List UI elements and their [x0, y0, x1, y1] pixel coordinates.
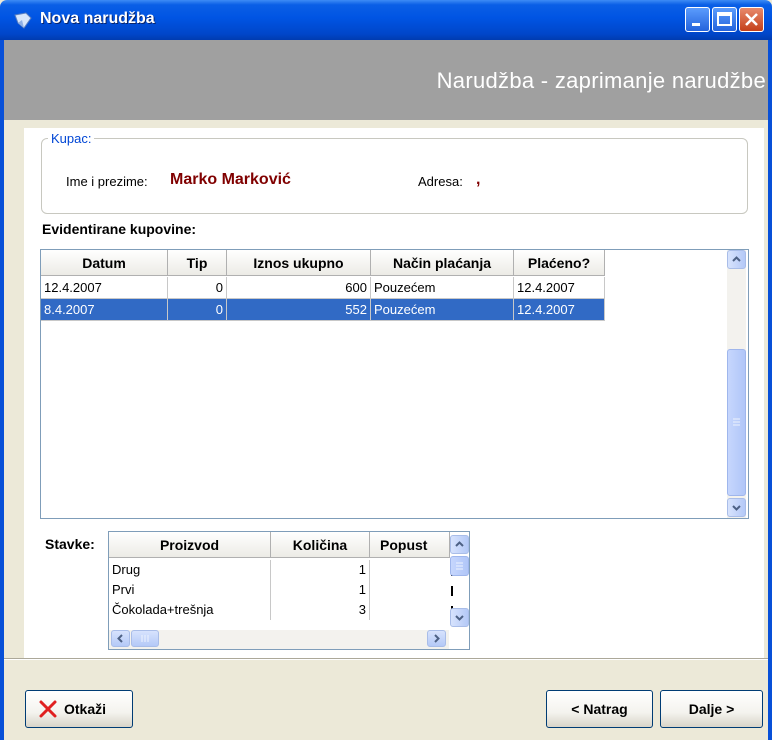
- scroll-down-button[interactable]: [727, 498, 746, 517]
- column-header-placeno[interactable]: Plaćeno?: [514, 250, 605, 276]
- items-horizontal-scrollbar[interactable]: [109, 630, 449, 649]
- purchases-vertical-scrollbar[interactable]: [727, 250, 746, 518]
- chevron-down-icon: [732, 505, 741, 511]
- grip-icon: [733, 418, 740, 426]
- back-button-label: < Natrag: [571, 701, 628, 717]
- scroll-up-button[interactable]: [450, 535, 469, 554]
- customer-address: ,: [476, 171, 481, 188]
- cancel-button-label: Otkaži: [64, 701, 107, 717]
- app-icon: [14, 12, 32, 29]
- wizard-header: Narudžba - zaprimanje narudžbe: [4, 40, 768, 120]
- cell-placeno: 12.4.2007: [514, 299, 605, 321]
- column-header-iznos[interactable]: Iznos ukupno: [227, 250, 371, 276]
- purchases-grid[interactable]: Datum Tip Iznos ukupno Način plaćanja Pl…: [40, 249, 749, 519]
- items-grid[interactable]: Proizvod Količina Popust Drug 1 Prvi 1 Č…: [108, 531, 470, 650]
- window-border-left: [0, 40, 4, 740]
- grip-icon: [456, 562, 463, 570]
- chevron-down-icon: [455, 615, 464, 621]
- scroll-up-button[interactable]: [727, 250, 746, 269]
- title-bar[interactable]: Nova narudžba: [0, 0, 772, 40]
- maximize-button[interactable]: [712, 7, 737, 32]
- customer-legend: Kupac:: [48, 131, 95, 146]
- minimize-button[interactable]: [685, 7, 710, 32]
- maximize-icon: [717, 12, 732, 26]
- column-header-tip[interactable]: Tip: [168, 250, 227, 276]
- cell-nacin: Pouzećem: [371, 299, 514, 321]
- chevron-right-icon: [434, 634, 440, 643]
- back-button[interactable]: < Natrag: [546, 690, 653, 728]
- cell-nacin: Pouzećem: [371, 277, 514, 299]
- purchases-label: Evidentirane kupovine:: [42, 221, 197, 237]
- items-vertical-scrollbar[interactable]: [450, 532, 469, 630]
- cell-proizvod: Čokolada+trešnja: [109, 600, 271, 620]
- chevron-left-icon: [117, 634, 123, 643]
- column-header-proizvod[interactable]: Proizvod: [109, 532, 271, 558]
- list-item[interactable]: Drug 1: [109, 560, 370, 582]
- next-button[interactable]: Dalje >: [660, 690, 763, 728]
- scroll-thumb[interactable]: [727, 349, 746, 496]
- minimize-icon: [692, 23, 700, 26]
- cell-iznos: 552: [227, 299, 371, 321]
- scroll-down-button[interactable]: [450, 608, 469, 627]
- list-item[interactable]: Čokolada+trešnja 3: [109, 600, 370, 622]
- column-header-popust[interactable]: Popust: [370, 532, 450, 558]
- cell-tip: 0: [168, 299, 227, 321]
- close-icon: [39, 700, 57, 718]
- cell-iznos: 600: [227, 277, 371, 299]
- column-header-nacin[interactable]: Način plaćanja: [371, 250, 514, 276]
- scroll-thumb[interactable]: [450, 556, 469, 576]
- purchases-grid-header: Datum Tip Iznos ukupno Način plaćanja Pl…: [41, 250, 605, 276]
- cell-datum: 12.4.2007: [41, 277, 168, 299]
- items-label: Stavke:: [45, 536, 95, 552]
- wizard-title: Narudžba - zaprimanje narudžbe: [436, 68, 766, 93]
- window-title: Nova narudžba: [40, 10, 155, 27]
- scroll-thumb-horizontal[interactable]: [131, 630, 159, 647]
- cell-tip: 0: [168, 277, 227, 299]
- chevron-up-icon: [455, 541, 464, 547]
- cell-kolicina: 1: [271, 560, 370, 580]
- cell-proizvod: Drug: [109, 560, 271, 580]
- scroll-right-button[interactable]: [427, 630, 446, 647]
- next-button-label: Dalje >: [688, 701, 735, 717]
- column-header-datum[interactable]: Datum: [41, 250, 168, 276]
- grip-icon: [141, 635, 149, 642]
- cell-kolicina: 1: [271, 580, 370, 600]
- cell-kolicina: 3: [271, 600, 370, 620]
- items-grid-header: Proizvod Količina Popust: [109, 532, 450, 558]
- table-row[interactable]: 12.4.2007 0 600 Pouzećem 12.4.2007: [41, 277, 605, 299]
- customer-name: Marko Marković: [170, 171, 291, 188]
- cancel-button[interactable]: Otkaži: [25, 690, 133, 728]
- table-row-selected[interactable]: 8.4.2007 0 552 Pouzećem 12.4.2007: [41, 299, 605, 321]
- name-label: Ime i prezime:: [66, 174, 148, 189]
- address-label: Adresa:: [418, 174, 463, 189]
- order-wizard-window: Nova narudžba Narudžba - zaprimanje naru…: [0, 0, 772, 740]
- scroll-left-button[interactable]: [111, 630, 130, 647]
- close-button[interactable]: [739, 7, 764, 32]
- column-header-kolicina[interactable]: Količina: [271, 532, 370, 558]
- cell-placeno: 12.4.2007: [514, 277, 605, 299]
- cell-proizvod: Prvi: [109, 580, 271, 600]
- cell-datum: 8.4.2007: [41, 299, 168, 321]
- close-icon: [745, 13, 758, 26]
- window-border-right: [768, 40, 772, 740]
- footer-separator: [4, 658, 768, 660]
- chevron-up-icon: [732, 256, 741, 262]
- list-item[interactable]: Prvi 1: [109, 580, 370, 602]
